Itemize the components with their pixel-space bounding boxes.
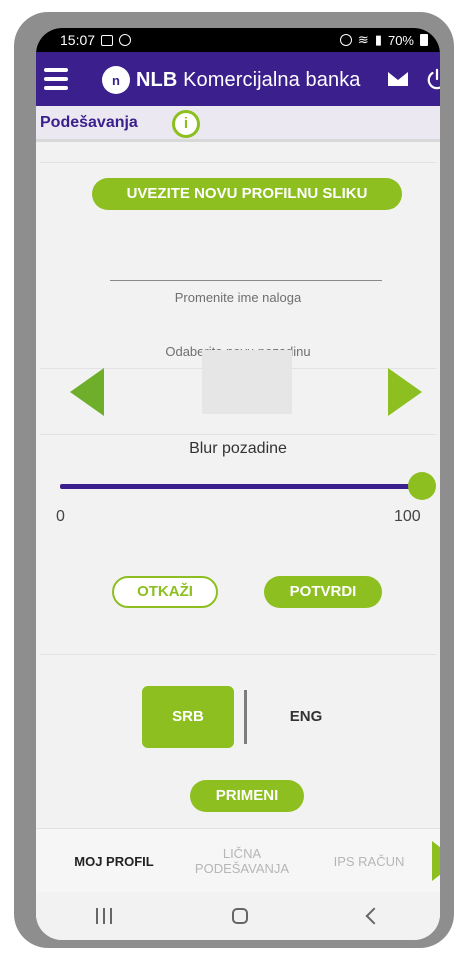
next-tab-arrow-icon[interactable] [432,841,440,881]
recents-icon[interactable] [96,908,112,924]
hamburger-icon[interactable] [44,68,68,90]
power-icon[interactable] [426,68,440,90]
blur-min-label: 0 [56,508,65,525]
tab-ips-account[interactable]: IPS RAČUN [322,829,416,893]
tab-my-profile[interactable]: MOJ PROFIL [54,829,174,893]
divider [40,654,436,655]
gallery-notification-icon [101,34,114,46]
status-bar: 15:07 ≋ ▮ 70% [36,28,440,52]
language-srb-button[interactable]: SRB [142,686,234,748]
divider [40,434,436,435]
system-nav-bar [36,892,440,940]
back-icon[interactable] [365,907,383,925]
nlb-logo-icon: n [102,66,130,94]
brand-short: NLB [136,68,178,91]
account-name-underline [110,280,382,281]
background-preview[interactable] [202,350,292,414]
cancel-button[interactable]: OTKAŽI [112,576,218,608]
settings-content: UVEZITE NOVU PROFILNU SLIKU Promenite im… [36,142,440,858]
wifi-icon: ≋ [357,32,369,47]
confirm-button[interactable]: POTVRDI [264,576,382,608]
account-name-caption: Promenite ime naloga [174,290,302,305]
blur-slider-track[interactable] [60,484,412,489]
home-icon[interactable] [232,908,248,924]
battery-percent: 70% [387,32,414,48]
brand-logo-group: n NLB Komercijalna banka [102,66,361,94]
info-icon[interactable]: i [172,110,200,138]
brand-rest: Komercijalna banka [177,68,361,91]
brand-name: NLB Komercijalna banka [136,69,361,92]
whatsapp-notification-icon [119,34,132,46]
upload-profile-picture-button[interactable]: UVEZITE NOVU PROFILNU SLIKU [92,178,402,210]
alarm-icon [339,34,352,46]
page-subheader: Podešavanja i [36,106,440,142]
page-title: Podešavanja [40,114,138,131]
next-background-arrow-icon[interactable] [388,368,422,416]
apply-language-button[interactable]: PRIMENI [190,780,304,812]
profile-tab-bar: MOJ PROFIL LIČNA PODEŠAVANJA IPS RAČUN [36,828,440,893]
language-divider [244,690,247,744]
divider [40,162,436,163]
account-name-input[interactable] [110,254,386,280]
blur-max-label: 100 [394,508,421,525]
app-bar: n NLB Komercijalna banka [36,52,440,106]
status-time: 15:07 [60,32,96,48]
language-eng-button[interactable]: ENG [276,686,336,748]
battery-icon [420,34,428,46]
previous-background-arrow-icon[interactable] [70,368,104,416]
blur-label: Blur pozadine [189,440,287,457]
signal-icon: ▮ [374,32,382,47]
phone-screen: 15:07 ≋ ▮ 70% n NLB Komercijalna banka P… [36,28,440,940]
tab-personal-settings[interactable]: LIČNA PODEŠAVANJA [184,829,300,893]
mail-icon[interactable] [388,72,408,86]
blur-slider-thumb[interactable] [408,472,436,500]
